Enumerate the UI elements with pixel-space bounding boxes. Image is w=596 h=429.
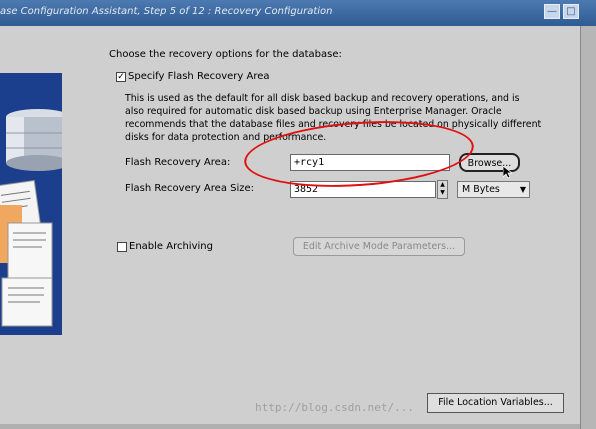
description-line: disks for data protection and performanc… xyxy=(125,132,327,143)
spinner-down-icon[interactable]: ▼ xyxy=(438,189,447,197)
spinner-up-icon[interactable]: ▲ xyxy=(438,181,447,189)
flash-recovery-description: This is used as the default for all disk… xyxy=(125,92,550,144)
intro-text: Choose the recovery options for the data… xyxy=(109,49,342,60)
minimize-button[interactable]: — xyxy=(544,4,560,19)
flash-area-input[interactable]: +rcy1 xyxy=(290,154,450,171)
flash-size-spinner[interactable]: ▲ ▼ xyxy=(437,180,448,199)
window-title: ase Configuration Assistant, Step 5 of 1… xyxy=(0,6,333,17)
bottom-edge xyxy=(0,424,580,429)
file-location-variables-button[interactable]: File Location Variables... xyxy=(427,393,564,413)
flash-recovery-checkbox[interactable]: ✓ xyxy=(116,72,126,82)
edit-archive-mode-button[interactable]: Edit Archive Mode Parameters... xyxy=(293,237,465,256)
vertical-scrollbar[interactable] xyxy=(580,26,596,429)
description-line: recommends that the database files and r… xyxy=(125,119,542,130)
flash-recovery-checkbox-label: Specify Flash Recovery Area xyxy=(128,71,270,82)
enable-archiving-label: Enable Archiving xyxy=(129,241,213,252)
enable-archiving-checkbox[interactable] xyxy=(117,242,127,252)
flash-size-label: Flash Recovery Area Size: xyxy=(125,183,255,194)
wizard-illustration xyxy=(0,73,62,335)
description-line: This is used as the default for all disk… xyxy=(125,93,520,104)
watermark-text: http://blog.csdn.net/... xyxy=(255,401,414,414)
mouse-cursor-icon xyxy=(503,166,512,179)
chevron-down-icon: ▼ xyxy=(519,185,526,194)
flash-area-label: Flash Recovery Area: xyxy=(125,157,231,168)
description-line: also required for automatic disk based b… xyxy=(125,106,502,117)
title-bar: ase Configuration Assistant, Step 5 of 1… xyxy=(0,0,596,26)
flash-size-input[interactable]: 3852 xyxy=(290,181,436,198)
content-area xyxy=(0,26,580,429)
size-unit-value: M Bytes xyxy=(462,184,500,195)
maximize-button[interactable]: □ xyxy=(563,4,579,19)
size-unit-select[interactable]: M Bytes ▼ xyxy=(457,181,530,198)
